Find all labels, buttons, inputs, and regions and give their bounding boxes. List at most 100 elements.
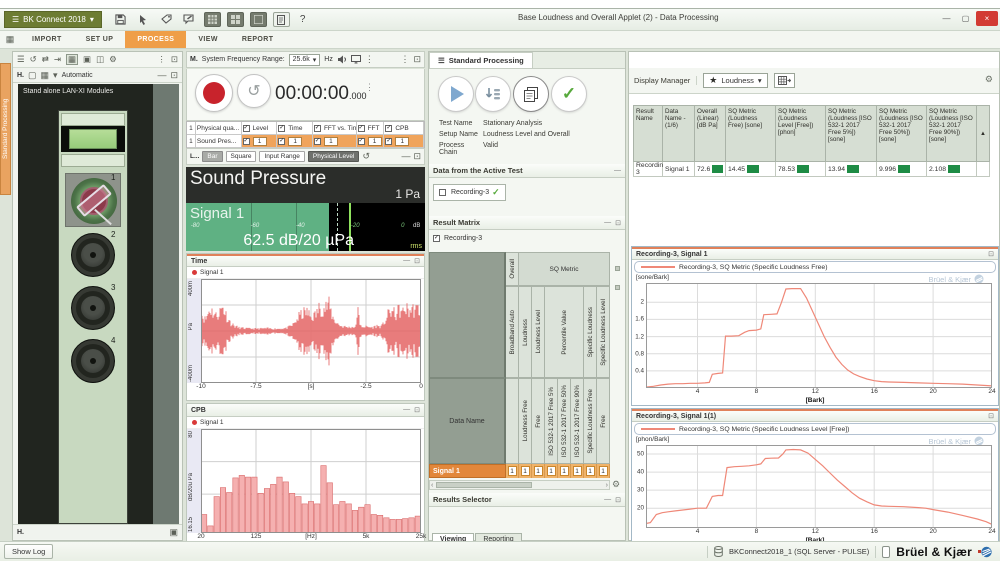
function-enable-cell[interactable]: ✓1 xyxy=(313,135,357,147)
cpb-chart-header[interactable]: CPB —⊡ xyxy=(187,404,424,417)
annotate-icon[interactable] xyxy=(181,12,198,27)
preset-select[interactable]: ★ Loudness ▾ xyxy=(703,73,767,88)
checkbox-icon[interactable]: ✓ xyxy=(314,138,321,145)
expand-button[interactable] xyxy=(615,285,620,290)
matrix-header-cell[interactable]: ISO 532-1 2017 Free 50% xyxy=(558,378,571,464)
checkbox-icon[interactable]: ✓ xyxy=(358,125,365,132)
matrix-value-cell[interactable]: 1 xyxy=(506,464,519,478)
minimize-icon[interactable]: — xyxy=(614,167,621,174)
pin-icon[interactable]: ⊡ xyxy=(414,257,420,265)
function-enable-cell[interactable]: ✓1 xyxy=(384,135,424,147)
chart-panel-header[interactable]: Recording-3, Signal 1 ⊡ xyxy=(632,247,998,260)
grid-view-icon[interactable]: ▦ xyxy=(66,54,78,65)
layout-single-icon[interactable] xyxy=(250,12,267,27)
chevron-down-icon[interactable]: ▾ xyxy=(53,71,58,80)
column-header[interactable]: SQ Metric (Loudness [ISO 532-1 2017 Free… xyxy=(877,105,927,162)
layout-split-icon[interactable] xyxy=(227,12,244,27)
column-header[interactable]: Result Name xyxy=(633,105,663,162)
swap-icon[interactable]: ⇄ xyxy=(42,55,49,64)
ribbon-launcher-icon[interactable]: ▦ xyxy=(0,31,20,48)
record-button[interactable] xyxy=(195,74,233,112)
tab-standard-processing[interactable]: ☰ Standard Processing xyxy=(429,52,533,68)
pointer-icon[interactable] xyxy=(135,12,152,27)
matrix-value-cell[interactable]: 1 xyxy=(571,464,584,478)
wrench-icon[interactable]: ⚙ xyxy=(985,74,993,85)
time-chart-header[interactable]: Time —⊡ xyxy=(187,254,424,267)
checkbox-icon[interactable]: ✓ xyxy=(243,138,250,145)
function-header[interactable]: ✓CPB xyxy=(384,122,424,134)
copy-icon[interactable]: ▣ xyxy=(83,55,91,64)
gear-icon[interactable]: ⚙ xyxy=(612,479,620,490)
pin-icon[interactable]: ⊡ xyxy=(171,55,178,64)
minimize-icon[interactable]: — xyxy=(604,496,611,504)
matrix-header-cell[interactable]: Free xyxy=(597,378,610,464)
level-button-bar[interactable]: Bar xyxy=(202,151,222,162)
function-header[interactable]: ✓Time xyxy=(277,122,313,134)
matrix-header-cell[interactable]: Specific Loudness Free xyxy=(584,378,597,464)
function-header[interactable]: ✓FFT vs. Tin xyxy=(313,122,357,134)
checkbox-icon[interactable]: ✓ xyxy=(278,125,285,132)
minimize-icon[interactable]: — xyxy=(401,152,410,161)
more-icon[interactable]: ⋮ xyxy=(365,55,374,64)
columns-icon[interactable]: ◫ xyxy=(96,55,104,64)
undo-icon[interactable]: ↺ xyxy=(362,152,370,161)
checkbox-icon[interactable]: ✓ xyxy=(385,138,392,145)
tab-report[interactable]: REPORT xyxy=(230,31,286,48)
column-header[interactable]: SQ Metric (Loudness [ISO 532-1 2017 Free… xyxy=(927,105,977,162)
process-chain-button[interactable] xyxy=(513,76,549,112)
results-selector-section-header[interactable]: Results Selector —⊡ xyxy=(429,493,625,507)
matrix-value-cell[interactable]: 1 xyxy=(532,464,545,478)
more-icon[interactable]: ⋮ xyxy=(365,83,374,92)
matrix-scrollbar[interactable]: ‹ › xyxy=(429,480,610,490)
matrix-value-cell[interactable]: 1 xyxy=(545,464,558,478)
minimize-button[interactable]: — xyxy=(938,11,955,26)
report-icon[interactable] xyxy=(273,12,290,27)
save-icon[interactable] xyxy=(112,12,129,27)
table-layout-button[interactable] xyxy=(774,73,795,88)
matrix-header-cell[interactable]: ISO 532-1 2017 Free 5% xyxy=(545,378,558,464)
function-enable-cell[interactable]: ✓1 xyxy=(242,135,278,147)
matrix-header-cell[interactable]: ISO 532-1 2017 Free 90% xyxy=(571,378,584,464)
minimize-icon[interactable]: — xyxy=(403,257,410,265)
pin-icon[interactable]: ⊡ xyxy=(170,71,178,80)
checkbox-icon[interactable]: ✓ xyxy=(358,138,365,145)
function-enable-cell[interactable]: ✓1 xyxy=(357,135,385,147)
function-enable-cell[interactable]: ✓1 xyxy=(277,135,313,147)
tab-set-up[interactable]: SET UP xyxy=(74,31,126,48)
undo-icon[interactable]: ↺ xyxy=(30,55,37,64)
maximize-button[interactable]: ▢ xyxy=(957,11,974,26)
side-tab-standard-processing[interactable]: Standard Processing xyxy=(0,63,11,195)
matrix-header-cell[interactable]: Broadband Auto xyxy=(506,286,519,378)
wrench-icon[interactable]: ⚙ xyxy=(109,55,117,64)
minimize-icon[interactable]: — xyxy=(403,406,410,414)
minimize-icon[interactable]: — xyxy=(604,219,611,227)
result-matrix-section-header[interactable]: Result Matrix —⊡ xyxy=(429,216,625,230)
level-button-square[interactable]: Square xyxy=(226,151,257,162)
input-port-3[interactable] xyxy=(71,286,115,330)
tab-view[interactable]: VIEW xyxy=(186,31,230,48)
speaker-icon[interactable] xyxy=(337,55,347,64)
minimize-icon[interactable]: — xyxy=(157,71,166,80)
pin-icon[interactable]: ⊡ xyxy=(413,55,421,64)
validate-button[interactable]: ✓ xyxy=(551,76,587,112)
matrix-recording-row[interactable]: ✓ Recording-3 xyxy=(429,233,486,244)
matrix-header-cell[interactable]: Free xyxy=(532,378,545,464)
pin-icon[interactable]: ⊡ xyxy=(988,250,994,258)
input-port-4[interactable] xyxy=(71,339,115,383)
matrix-value-cell[interactable]: 1 xyxy=(584,464,597,478)
matrix-value-cell[interactable]: 1 xyxy=(558,464,571,478)
chart-panel-header[interactable]: Recording-3, Signal 1(1) ⊡ xyxy=(632,409,998,422)
tab-process[interactable]: PROCESS xyxy=(125,31,186,48)
pin-icon[interactable]: ⊡ xyxy=(615,219,621,227)
app-menu-button[interactable]: ☰ BK Connect 2018 ▾ xyxy=(4,11,102,28)
popout-icon[interactable]: ▣ xyxy=(169,528,178,537)
sort-icon[interactable]: ▲ xyxy=(977,105,990,162)
monitor-icon[interactable] xyxy=(351,55,361,64)
matrix-header-cell[interactable]: Percentile Value xyxy=(545,286,584,378)
column-header[interactable]: SQ Metric (Loudness Level [Free]) [phon] xyxy=(776,105,826,162)
results-table-row[interactable]: Recording-3Signal 172.614.4578.5313.949.… xyxy=(633,162,990,177)
input-port-2[interactable] xyxy=(71,233,115,277)
matrix-header-cell[interactable]: Specific Loudness xyxy=(584,286,597,378)
database-label[interactable]: BKConnect2018_1 (SQL Server - PULSE) xyxy=(729,547,869,556)
scrollbar-thumb[interactable] xyxy=(436,482,532,488)
